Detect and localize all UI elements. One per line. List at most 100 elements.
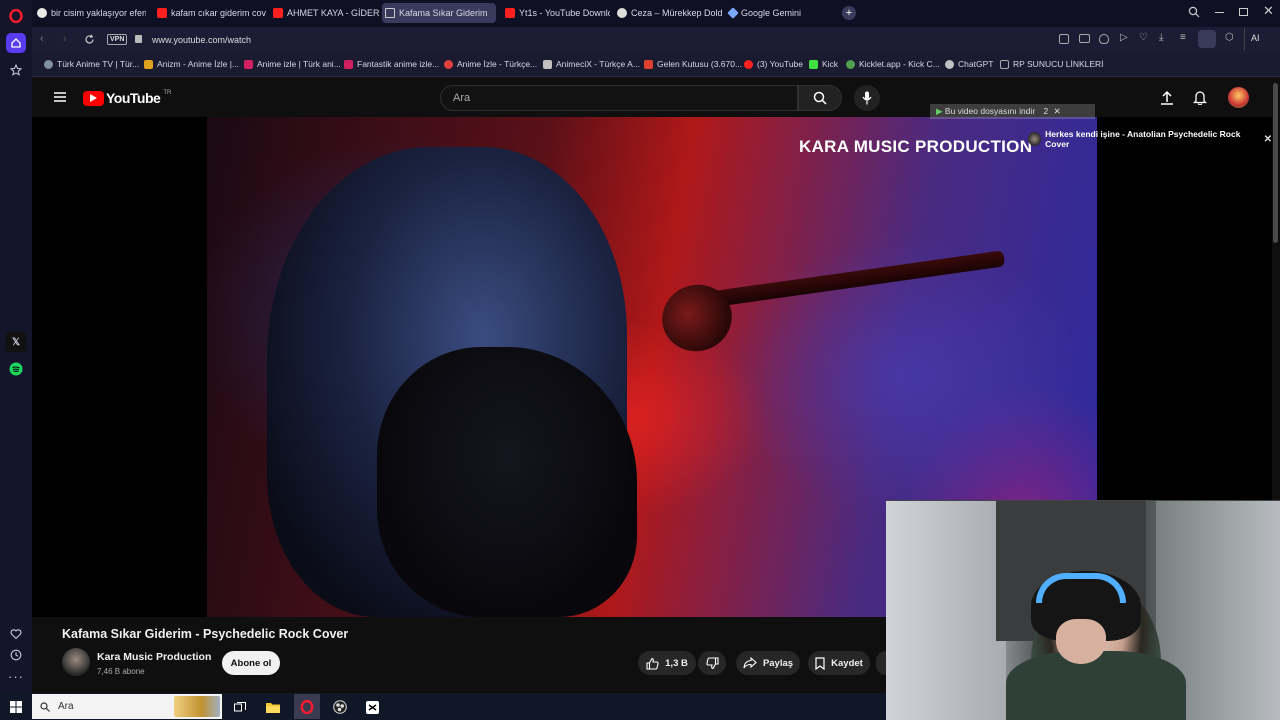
webcam-overlay	[886, 500, 1280, 720]
file-explorer-icon[interactable]	[264, 698, 282, 716]
bookmark-item[interactable]: AnimeciX - Türkçe A...	[543, 59, 640, 69]
spotify-icon[interactable]	[6, 359, 26, 379]
tab-3[interactable]: AHMET KAYA - GİDERİM	[270, 3, 380, 23]
bookmark-item[interactable]: (3) YouTube	[744, 59, 803, 69]
tab-favicon-icon	[157, 8, 167, 18]
more-icon[interactable]: ···	[6, 666, 26, 686]
bookmark-item[interactable]: Kick	[809, 59, 838, 69]
mini-player-title[interactable]: Herkes kendi işine - Anatolian Psychedel…	[1028, 129, 1272, 149]
channel-name[interactable]: Kara Music Production	[97, 651, 211, 663]
heart-icon[interactable]	[6, 624, 26, 644]
profile-icon[interactable]	[1198, 30, 1216, 48]
bookmark-item[interactable]: Kicklet.app - Kick C...	[846, 59, 940, 69]
reload-icon[interactable]	[84, 34, 95, 45]
extensions-icon[interactable]: ⬡	[1225, 32, 1234, 43]
edit-icon[interactable]	[1059, 34, 1069, 44]
bookmark-label: RP SUNUCU LİNKLERİ	[1013, 59, 1104, 69]
tab-favicon-icon	[505, 8, 515, 18]
bookmark-label: Kicklet.app - Kick C...	[859, 59, 940, 69]
tab-2[interactable]: kafam cıkar giderim cover	[154, 3, 266, 23]
chatgpt-icon	[945, 59, 954, 69]
bookmark-item[interactable]: Gelen Kutusu (3.670...	[644, 59, 742, 69]
bookmark-save-icon	[815, 656, 825, 670]
tab-6[interactable]: Ceza – Mürekkep Doldurd	[614, 3, 722, 23]
dislike-button[interactable]	[698, 651, 726, 675]
restore-icon[interactable]	[1239, 8, 1248, 16]
bookmark-item[interactable]: Türk Anime TV | Tür...	[44, 59, 139, 69]
bookmark-folder[interactable]: RP SUNUCU LİNKLERİ	[1000, 59, 1104, 69]
microphone-stand	[705, 250, 1006, 308]
download-badge-label: Bu video dosyasını indir	[944, 106, 1036, 116]
tab-5[interactable]: Yt1s - YouTube Download	[502, 3, 610, 23]
download-video-badge[interactable]: ▶ Bu video dosyasını indir 2 ✕	[930, 104, 1095, 119]
play-icon[interactable]: ▷	[1120, 32, 1128, 43]
vpn-badge[interactable]: VPN	[107, 34, 128, 45]
upload-icon[interactable]	[1160, 90, 1174, 105]
scrollbar-thumb[interactable]	[1273, 83, 1278, 243]
download-icon[interactable]: ⤓	[1159, 32, 1163, 43]
kick-icon	[809, 59, 818, 69]
back-icon[interactable]: ‹	[40, 33, 44, 45]
close-icon[interactable]: ✕	[1054, 106, 1061, 116]
home-icon[interactable]	[6, 33, 26, 53]
x-twitter-icon[interactable]: 𝕏	[6, 332, 26, 352]
menu-icon[interactable]: ≡	[1180, 32, 1186, 43]
tab-1[interactable]: bir cisim yaklaşıyor efendi	[34, 3, 146, 23]
camera-icon[interactable]	[1079, 34, 1090, 43]
close-icon[interactable]: ✕	[1264, 134, 1272, 145]
star-icon[interactable]	[6, 60, 26, 80]
streamer-face	[1056, 619, 1106, 664]
windows-start-icon[interactable]	[7, 698, 25, 716]
hamburger-menu-icon[interactable]	[54, 92, 66, 102]
bookmark-icon	[44, 59, 53, 69]
tab-4-active[interactable]: Kafama Sıkar Giderim	[382, 3, 496, 23]
tab-label: AHMET KAYA - GİDERİM	[287, 8, 380, 18]
forward-icon[interactable]: ›	[63, 33, 67, 45]
search-button[interactable]	[798, 85, 842, 111]
bookmark-item[interactable]: Anizm - Anime İzle |...	[144, 59, 239, 69]
search-icon	[813, 91, 827, 105]
microphone-icon	[862, 91, 872, 105]
opera-logo-icon[interactable]	[6, 6, 26, 26]
tab-7[interactable]: Google Gemini	[726, 3, 826, 23]
bookmark-item[interactable]: Anime izle | Türk ani...	[244, 59, 341, 69]
user-avatar[interactable]	[1228, 87, 1249, 108]
search-tabs-icon[interactable]	[1188, 6, 1200, 18]
task-view-icon[interactable]	[231, 698, 249, 716]
bookmark-item[interactable]: ChatGPT	[945, 59, 993, 69]
shield-icon[interactable]	[1099, 34, 1109, 44]
opera-taskbar-icon[interactable]	[294, 694, 320, 719]
ai-button[interactable]: AI	[1244, 28, 1276, 50]
subscribe-button[interactable]: Abone ol	[222, 651, 280, 675]
more-actions-button[interactable]	[876, 651, 886, 675]
tab-favicon-icon	[617, 8, 627, 18]
bookmark-icon	[444, 59, 453, 69]
minimize-icon[interactable]	[1215, 12, 1224, 13]
heart-outline-icon[interactable]: ♡	[1139, 32, 1148, 43]
search-icon	[40, 701, 50, 712]
history-icon[interactable]	[6, 645, 26, 665]
voice-search-button[interactable]	[854, 85, 880, 111]
url-text[interactable]: www.youtube.com/watch	[152, 35, 251, 45]
search-input[interactable]: Ara	[440, 85, 798, 111]
save-button[interactable]: Kaydet	[808, 651, 870, 675]
tab-favicon-icon	[273, 8, 283, 18]
thumbs-down-icon	[705, 656, 719, 669]
folder-icon	[1000, 59, 1009, 69]
obs-icon[interactable]	[331, 698, 349, 716]
youtube-logo[interactable]: YouTube TR	[83, 90, 171, 106]
new-tab-plus-icon[interactable]: +	[842, 6, 856, 20]
capcut-icon[interactable]	[363, 698, 381, 716]
close-window-icon[interactable]: ✕	[1263, 3, 1274, 19]
taskbar-search[interactable]: Ara	[32, 694, 222, 719]
like-button[interactable]: 1,3 B	[638, 651, 696, 675]
video-title: Kafama Sıkar Giderim - Psychedelic Rock …	[62, 627, 349, 641]
bookmark-icon	[144, 59, 153, 69]
bookmark-label: Anime izle | Türk ani...	[257, 59, 341, 69]
channel-avatar[interactable]	[62, 648, 90, 676]
bookmark-item[interactable]: Anime İzle - Türkçe...	[444, 59, 537, 69]
bookmark-item[interactable]: Fantastik anime izle...	[344, 59, 439, 69]
notifications-bell-icon[interactable]	[1193, 90, 1207, 105]
page-scrollbar[interactable]	[1272, 77, 1280, 497]
share-button[interactable]: Paylaş	[736, 651, 800, 675]
